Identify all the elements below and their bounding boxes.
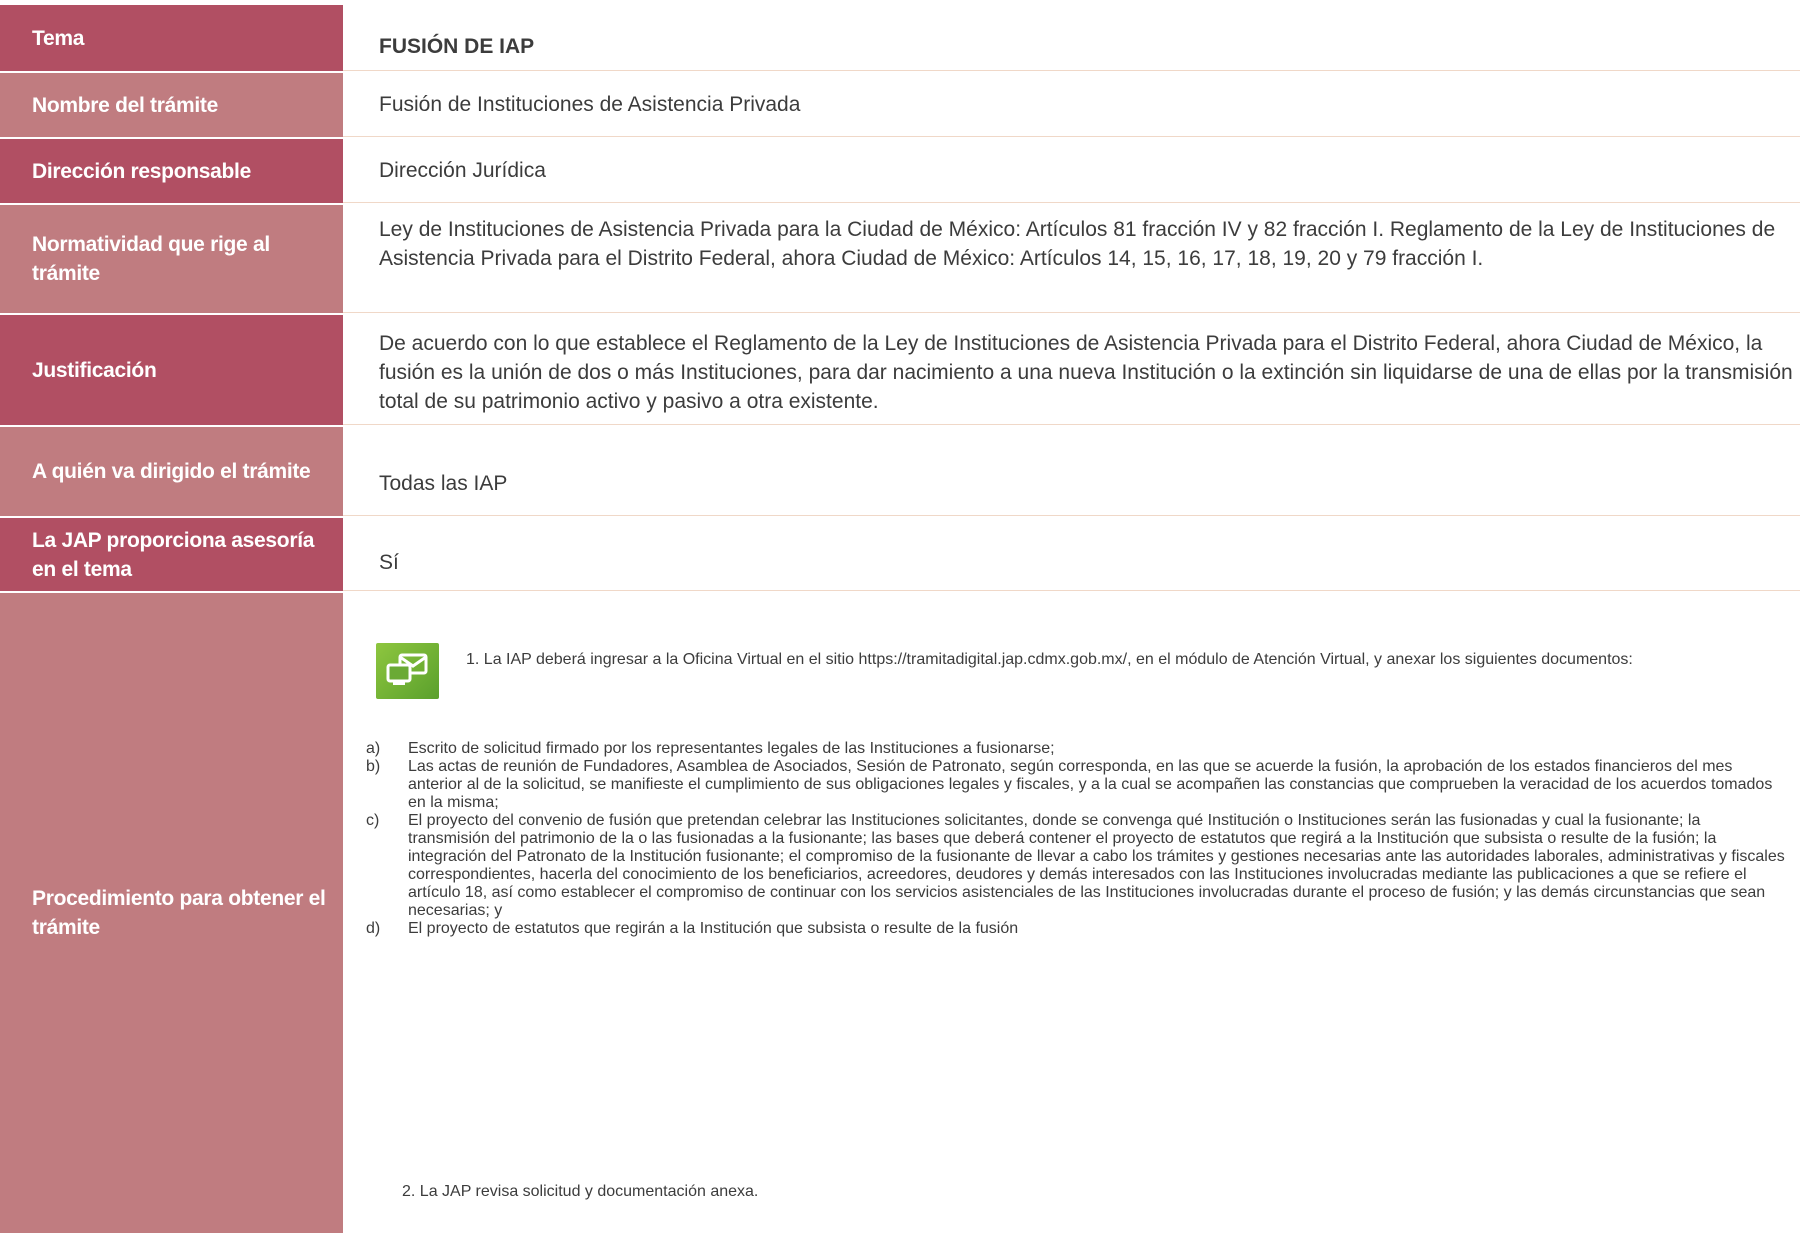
label-direccion: Dirección responsable [0,139,343,203]
documents-list: a) Escrito de solicitud firmado por los … [366,740,1786,938]
row-justificacion: Justificación De acuerdo con lo que esta… [0,315,1800,425]
virtual-office-icon [376,643,439,699]
label-normatividad: Normatividad que rige al trámite [0,205,343,313]
list-item: b) Las actas de reunión de Fundadores, A… [366,758,1773,811]
label-procedimiento: Procedimiento para obtener el trámite [0,593,343,1233]
label-tema: Tema [0,5,343,71]
row-nombre: Nombre del trámite Fusión de Institucion… [0,73,1800,137]
value-nombre: Fusión de Instituciones de Asistencia Pr… [343,73,1800,137]
value-asesoria: Sí [343,518,1800,591]
label-justificacion: Justificación [0,315,343,425]
row-normatividad: Normatividad que rige al trámite Ley de … [0,205,1800,313]
value-dirigido: Todas las IAP [343,427,1800,516]
row-direccion: Dirección responsable Dirección Jurídica [0,139,1800,203]
list-item: c) El proyecto del convenio de fusión qu… [366,812,1785,919]
label-asesoria: La JAP proporciona asesoría en el tema [0,518,343,591]
row-tema: Tema FUSIÓN DE IAP [0,5,1800,71]
label-nombre: Nombre del trámite [0,73,343,137]
value-justificacion: De acuerdo con lo que establece el Regla… [343,315,1800,425]
row-dirigido: A quién va dirigido el trámite Todas las… [0,427,1800,516]
value-normatividad: Ley de Instituciones de Asistencia Priva… [343,205,1800,313]
procedure-intro: 1. La IAP deberá ingresar a la Oficina V… [466,651,1633,668]
label-dirigido: A quién va dirigido el trámite [0,427,343,516]
value-tema: FUSIÓN DE IAP [343,5,1800,71]
row-asesoria: La JAP proporciona asesoría en el tema S… [0,518,1800,591]
list-item: a) Escrito de solicitud firmado por los … [366,740,1055,757]
procedure-table: Tema FUSIÓN DE IAP Nombre del trámite Fu… [0,5,1800,1233]
value-direccion: Dirección Jurídica [343,139,1800,203]
procedure-step-2: 2. La JAP revisa solicitud y documentaci… [402,1183,759,1200]
list-item: d) El proyecto de estatutos que regirán … [366,920,1019,937]
